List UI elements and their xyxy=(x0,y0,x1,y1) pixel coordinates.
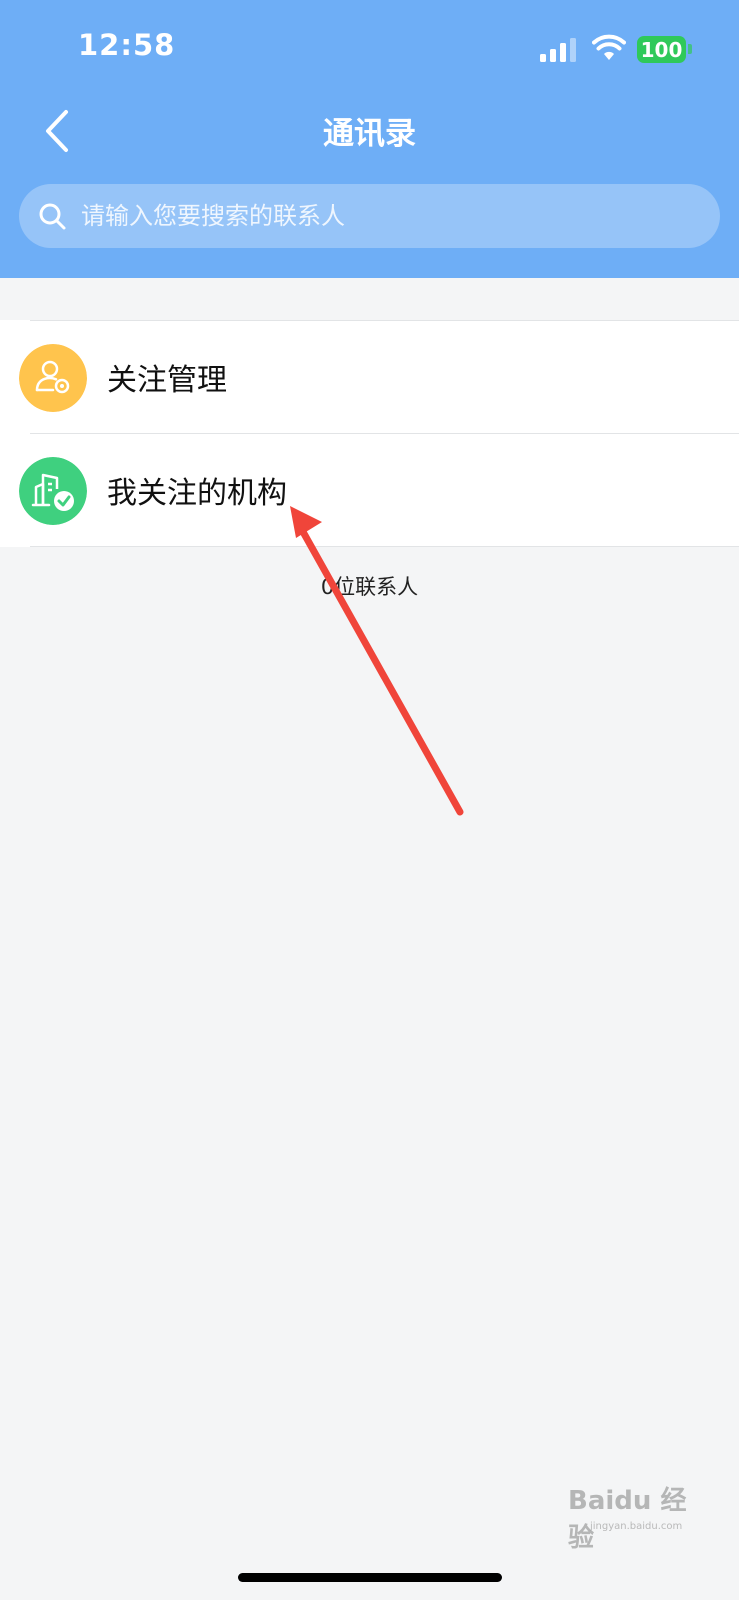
cellular-signal-icon xyxy=(540,38,576,62)
battery-indicator: 100 xyxy=(637,36,686,63)
search-icon xyxy=(39,203,66,230)
list-item-follow-management[interactable]: 关注管理 xyxy=(0,322,739,434)
status-time: 12:58 xyxy=(78,28,176,62)
list-item-label: 关注管理 xyxy=(107,363,227,398)
divider xyxy=(30,320,739,321)
user-gear-icon xyxy=(19,344,87,412)
baidu-watermark-url: jingyan.baidu.com xyxy=(590,1521,683,1532)
home-indicator xyxy=(238,1573,502,1582)
search-bar[interactable] xyxy=(19,184,720,248)
contact-menu-list: 关注管理 我关注的机构 xyxy=(0,320,739,547)
header-bar: 12:58 100 通讯录 xyxy=(0,0,739,278)
building-check-icon xyxy=(19,457,87,525)
divider xyxy=(30,546,739,547)
page-title: 通讯录 xyxy=(323,116,416,152)
search-input[interactable] xyxy=(81,184,701,248)
wifi-icon xyxy=(592,34,626,60)
divider xyxy=(30,433,739,434)
contact-count: 0位联系人 xyxy=(320,575,419,599)
list-item-label: 我关注的机构 xyxy=(107,476,287,511)
battery-tip xyxy=(688,44,692,54)
list-item-followed-institutions[interactable]: 我关注的机构 xyxy=(0,435,739,547)
baidu-watermark: Baidu 经验 xyxy=(568,1486,687,1553)
